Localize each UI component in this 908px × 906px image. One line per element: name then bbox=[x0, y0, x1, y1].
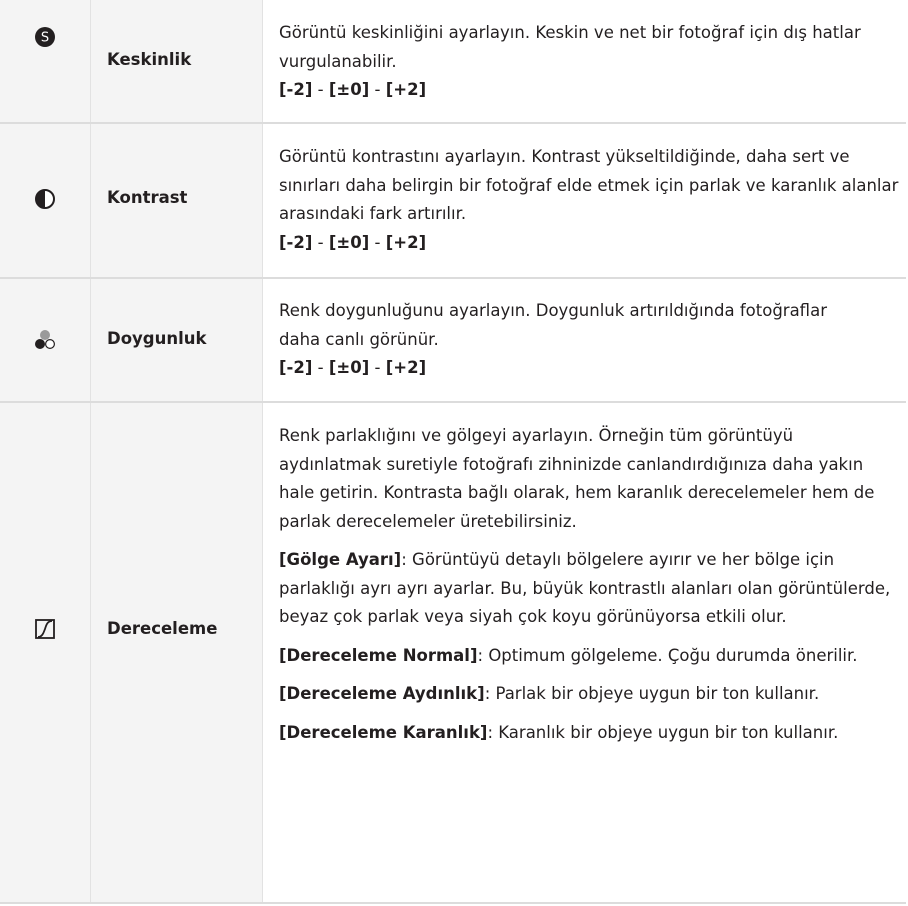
gradation-icon bbox=[35, 619, 55, 639]
description-cell: Renk parlaklığını ve gölgeyi ayarlayın. … bbox=[263, 403, 906, 902]
table-row-contrast: Kontrast Görüntü kontrastını ayarlayın. … bbox=[0, 124, 906, 279]
option-name: [Dereceleme Aydınlık] bbox=[279, 684, 485, 703]
range-values: [-2] - [±0] - [+2] bbox=[279, 229, 899, 258]
label-cell: Dereceleme bbox=[91, 403, 263, 902]
row-description: Renk doygunluğunu ayarlayın. Doygunluk a… bbox=[279, 297, 839, 383]
option-text: : Parlak bir objeye uygun bir ton kullan… bbox=[484, 684, 820, 703]
option-text: : Optimum gölgeleme. Çoğu durumda öneril… bbox=[477, 645, 858, 665]
contrast-icon bbox=[35, 189, 55, 209]
option-shadow-adjust: [Gölge Ayarı]: Görüntüyü detaylı bölgele… bbox=[279, 546, 899, 632]
range-sep: - bbox=[312, 232, 329, 252]
table-row-gradation: Dereceleme Renk parlaklığını ve gölgeyi … bbox=[0, 403, 906, 904]
icon-cell bbox=[0, 124, 91, 277]
option-name: [Gölge Ayarı] bbox=[279, 550, 402, 569]
option-name: [Dereceleme Karanlık] bbox=[279, 722, 488, 742]
table-row-sharpness: S Keskinlik Görüntü keskinliğini ayarlay… bbox=[0, 0, 906, 124]
row-description: Görüntü keskinliğini ayarlayın. Keskin v… bbox=[279, 19, 899, 105]
option-name: [Dereceleme Normal] bbox=[279, 645, 478, 665]
range-max: [+2] bbox=[385, 80, 427, 99]
option-gradation-high-key: [Dereceleme Aydınlık]: Parlak bir objeye… bbox=[279, 680, 899, 709]
option-gradation-low-key: [Dereceleme Karanlık]: Karanlık bir obje… bbox=[279, 719, 839, 748]
range-sep: - bbox=[312, 80, 329, 99]
range-min: [-2] bbox=[279, 232, 313, 252]
range-sep: - bbox=[369, 232, 386, 252]
label-cell: Kontrast bbox=[91, 124, 263, 277]
option-text: : Karanlık bir objeye uygun bir ton kull… bbox=[487, 722, 839, 742]
table-row-saturation: Doygunluk Renk doygunluğunu ayarlayın. D… bbox=[0, 279, 906, 403]
range-min: [-2] bbox=[279, 358, 313, 377]
row-description: Görüntü kontrastını ayarlayın. Kontrast … bbox=[279, 143, 899, 257]
row-description: Renk parlaklığını ve gölgeyi ayarlayın. … bbox=[279, 422, 899, 747]
range-max: [+2] bbox=[385, 358, 427, 377]
row-label: Dereceleme bbox=[107, 619, 218, 638]
saturation-icon bbox=[35, 330, 56, 350]
description-text: Görüntü keskinliğini ayarlayın. Keskin v… bbox=[279, 23, 861, 71]
range-max: [+2] bbox=[385, 232, 427, 252]
description-text: Görüntü kontrastını ayarlayın. Kontrast … bbox=[279, 147, 899, 223]
row-label: Doygunluk bbox=[107, 329, 207, 348]
range-sep: - bbox=[369, 80, 386, 99]
description-cell: Renk doygunluğunu ayarlayın. Doygunluk a… bbox=[263, 279, 906, 401]
icon-cell bbox=[0, 279, 91, 401]
sharpness-icon: S bbox=[35, 27, 55, 47]
range-sep: - bbox=[312, 358, 329, 377]
description-cell: Görüntü keskinliğini ayarlayın. Keskin v… bbox=[263, 0, 906, 122]
range-values: [-2] - [±0] - [+2] bbox=[279, 354, 839, 383]
range-values: [-2] - [±0] - [+2] bbox=[279, 76, 899, 105]
range-default: [±0] bbox=[328, 80, 370, 99]
icon-cell bbox=[0, 403, 91, 902]
description-cell: Görüntü kontrastını ayarlayın. Kontrast … bbox=[263, 124, 906, 277]
label-cell: Keskinlik bbox=[91, 0, 263, 122]
range-sep: - bbox=[369, 358, 386, 377]
row-label: Kontrast bbox=[107, 188, 188, 207]
description-text: Renk doygunluğunu ayarlayın. Doygunluk a… bbox=[279, 301, 827, 349]
range-min: [-2] bbox=[279, 80, 313, 99]
icon-cell: S bbox=[0, 0, 91, 122]
label-cell: Doygunluk bbox=[91, 279, 263, 401]
row-label: Keskinlik bbox=[107, 50, 192, 69]
svg-text:S: S bbox=[41, 31, 49, 46]
option-gradation-normal: [Dereceleme Normal]: Optimum gölgeleme. … bbox=[279, 642, 899, 671]
range-default: [±0] bbox=[328, 232, 370, 252]
range-default: [±0] bbox=[328, 358, 370, 377]
description-text: Renk parlaklığını ve gölgeyi ayarlayın. … bbox=[279, 426, 875, 531]
